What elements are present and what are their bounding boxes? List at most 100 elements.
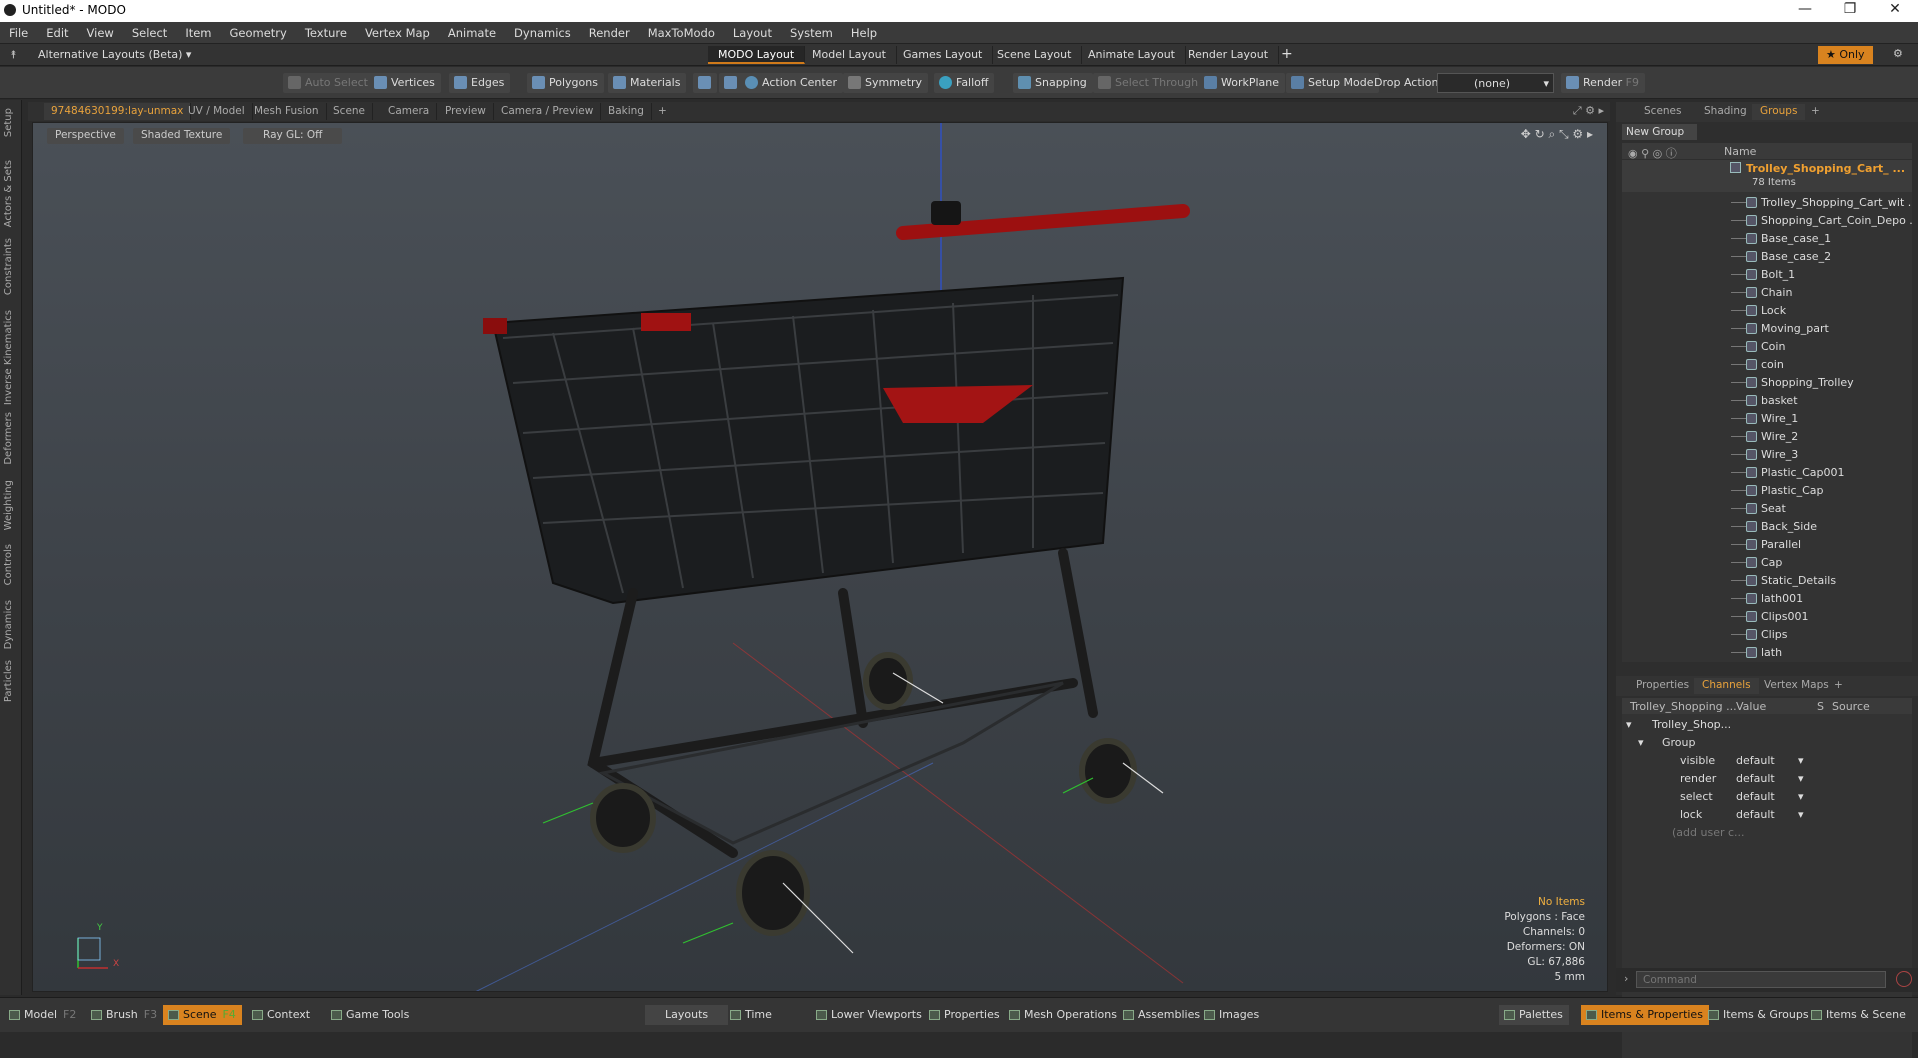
list-item[interactable]: Clips xyxy=(1622,626,1912,644)
list-item[interactable]: basket xyxy=(1622,392,1912,410)
list-item[interactable]: Coin xyxy=(1622,338,1912,356)
menu-animate[interactable]: Animate xyxy=(439,22,505,40)
channel-row[interactable]: select default ▾ xyxy=(1622,788,1918,806)
workplane-button[interactable]: WorkPlane xyxy=(1199,73,1286,93)
menu-render[interactable]: Render xyxy=(580,22,639,40)
symmetry-button[interactable]: Symmetry xyxy=(843,73,929,93)
add-user-channel-row[interactable]: (add user c... xyxy=(1622,824,1918,842)
list-item[interactable]: Shopping_Trolley xyxy=(1622,374,1912,392)
menu-dynamics[interactable]: Dynamics xyxy=(505,22,580,40)
add-channels-tab[interactable]: + xyxy=(1826,678,1851,694)
menu-edit[interactable]: Edit xyxy=(37,22,77,40)
visibility-eye-icon[interactable]: ◉ ⚲ ◎ ⓘ xyxy=(1628,145,1677,161)
tab-deformers[interactable]: Deformers xyxy=(3,412,14,465)
auto-select-button[interactable]: Auto Select xyxy=(283,73,374,93)
edges-button[interactable]: Edges xyxy=(449,73,511,93)
properties-button[interactable]: Properties xyxy=(924,1005,1006,1025)
tab-model-layout[interactable]: Model Layout xyxy=(802,46,897,64)
items-groups-button[interactable]: Items & Groups xyxy=(1703,1005,1815,1025)
tab-shading[interactable]: Shading xyxy=(1696,104,1755,120)
channel-row[interactable]: lock default ▾ xyxy=(1622,806,1918,824)
select-through-button[interactable]: Select Through xyxy=(1093,73,1205,93)
images-button[interactable]: Images xyxy=(1199,1005,1265,1025)
falloff-button[interactable]: Falloff xyxy=(934,73,995,93)
minimize-button[interactable]: — xyxy=(1785,1,1825,17)
tab-scenes[interactable]: Scenes xyxy=(1636,104,1689,120)
command-input[interactable] xyxy=(1636,971,1886,988)
expand-icon[interactable]: ▾ xyxy=(1638,736,1644,749)
action-center-button[interactable]: Action Center xyxy=(740,73,843,93)
list-item[interactable]: lath xyxy=(1622,644,1912,662)
tab-modo-layout[interactable]: MODO Layout xyxy=(708,46,806,64)
tab-render-layout[interactable]: Render Layout xyxy=(1178,46,1280,64)
tab-games-layout[interactable]: Games Layout xyxy=(893,46,994,64)
list-item[interactable]: Back_Side xyxy=(1622,518,1912,536)
tab-inverse-kinematics[interactable]: Inverse Kinematics xyxy=(3,310,14,405)
list-item[interactable]: Wire_3 xyxy=(1622,446,1912,464)
materials-button[interactable]: Materials xyxy=(608,73,687,93)
tab-mesh-fusion[interactable]: Mesh Fusion xyxy=(247,103,327,120)
tab-setup[interactable]: Setup xyxy=(3,108,14,137)
tab-channels[interactable]: Channels xyxy=(1694,678,1759,694)
tab-baking[interactable]: Baking xyxy=(601,103,652,120)
chevron-down-icon[interactable]: ▾ xyxy=(1798,754,1804,767)
brush-button[interactable]: Brush F3 xyxy=(86,1005,163,1025)
maximize-button[interactable]: ❐ xyxy=(1830,1,1870,17)
polygons-button[interactable]: Polygons xyxy=(527,73,604,93)
channel-value[interactable]: default xyxy=(1736,808,1775,821)
tab-actors-sets[interactable]: Actors & Sets xyxy=(3,160,14,227)
list-item[interactable]: Lock xyxy=(1622,302,1912,320)
list-item[interactable]: coin xyxy=(1622,356,1912,374)
gear-icon[interactable]: ⚙ xyxy=(1893,47,1903,60)
list-item[interactable]: Moving_part xyxy=(1622,320,1912,338)
menu-texture[interactable]: Texture xyxy=(296,22,356,40)
menu-system[interactable]: System xyxy=(781,22,842,40)
lower-viewports-button[interactable]: Lower Viewports xyxy=(811,1005,928,1025)
tab-properties[interactable]: Properties xyxy=(1628,678,1697,694)
group-root-row[interactable]: Trolley_Shopping_Cart_ ... 78 Items xyxy=(1622,160,1912,192)
list-item[interactable]: lath001 xyxy=(1622,590,1912,608)
list-item[interactable]: Shopping_Cart_Coin_Depo ... xyxy=(1622,212,1912,230)
vertices-button[interactable]: Vertices xyxy=(369,73,441,93)
list-item[interactable]: Plastic_Cap001 xyxy=(1622,464,1912,482)
list-item[interactable]: Chain xyxy=(1622,284,1912,302)
list-item[interactable]: Plastic_Cap xyxy=(1622,482,1912,500)
select-mode-icon-button[interactable] xyxy=(693,73,717,93)
tab-particles[interactable]: Particles xyxy=(3,660,14,702)
menu-layout[interactable]: Layout xyxy=(724,22,781,40)
list-item[interactable]: Clips001 xyxy=(1622,608,1912,626)
tab-constraints[interactable]: Constraints xyxy=(3,238,14,295)
list-item[interactable]: Cap xyxy=(1622,554,1912,572)
tab-scene-layout[interactable]: Scene Layout xyxy=(987,46,1083,64)
channel-row[interactable]: visible default ▾ xyxy=(1622,752,1918,770)
mesh-operations-button[interactable]: Mesh Operations xyxy=(1004,1005,1123,1025)
items-scene-button[interactable]: Items & Scene xyxy=(1806,1005,1912,1025)
menu-geometry[interactable]: Geometry xyxy=(221,22,296,40)
list-item[interactable]: Trolley_Shopping_Cart_wit ... xyxy=(1622,194,1912,212)
layouts-button[interactable]: Layouts xyxy=(645,1005,729,1025)
add-viewport-tab[interactable]: + xyxy=(651,103,674,120)
time-button[interactable]: Time xyxy=(725,1005,778,1025)
menu-maxtomodo[interactable]: MaxToModo xyxy=(639,22,724,40)
menu-item[interactable]: Item xyxy=(176,22,220,40)
list-item[interactable]: Base_case_2 xyxy=(1622,248,1912,266)
chevron-down-icon[interactable]: ▾ xyxy=(1798,790,1804,803)
add-layout-button[interactable]: + xyxy=(1281,46,1293,62)
scene-button[interactable]: Scene F4 xyxy=(163,1005,242,1025)
only-button[interactable]: ★ Only xyxy=(1818,46,1873,64)
new-group-button[interactable]: New Group xyxy=(1622,124,1697,140)
chevron-down-icon[interactable]: ▾ xyxy=(1798,808,1804,821)
list-item[interactable]: Bolt_1 xyxy=(1622,266,1912,284)
tab-dynamics[interactable]: Dynamics xyxy=(3,600,14,649)
expand-icon[interactable]: ▾ xyxy=(1626,718,1632,731)
drop-action-select[interactable]: (none) ▾ xyxy=(1437,73,1554,93)
menu-view[interactable]: View xyxy=(78,22,123,40)
collapse-icon[interactable]: ⯭ xyxy=(10,48,17,62)
tab-scene[interactable]: Scene xyxy=(326,103,374,120)
list-item[interactable]: Base_case_1 xyxy=(1622,230,1912,248)
channel-value[interactable]: default xyxy=(1736,772,1775,785)
items-properties-button[interactable]: Items & Properties xyxy=(1581,1005,1709,1025)
setup-mode-button[interactable]: Setup Mode xyxy=(1286,73,1380,93)
context-button[interactable]: Context xyxy=(247,1005,316,1025)
tab-vertex-maps[interactable]: Vertex Maps xyxy=(1756,678,1837,694)
